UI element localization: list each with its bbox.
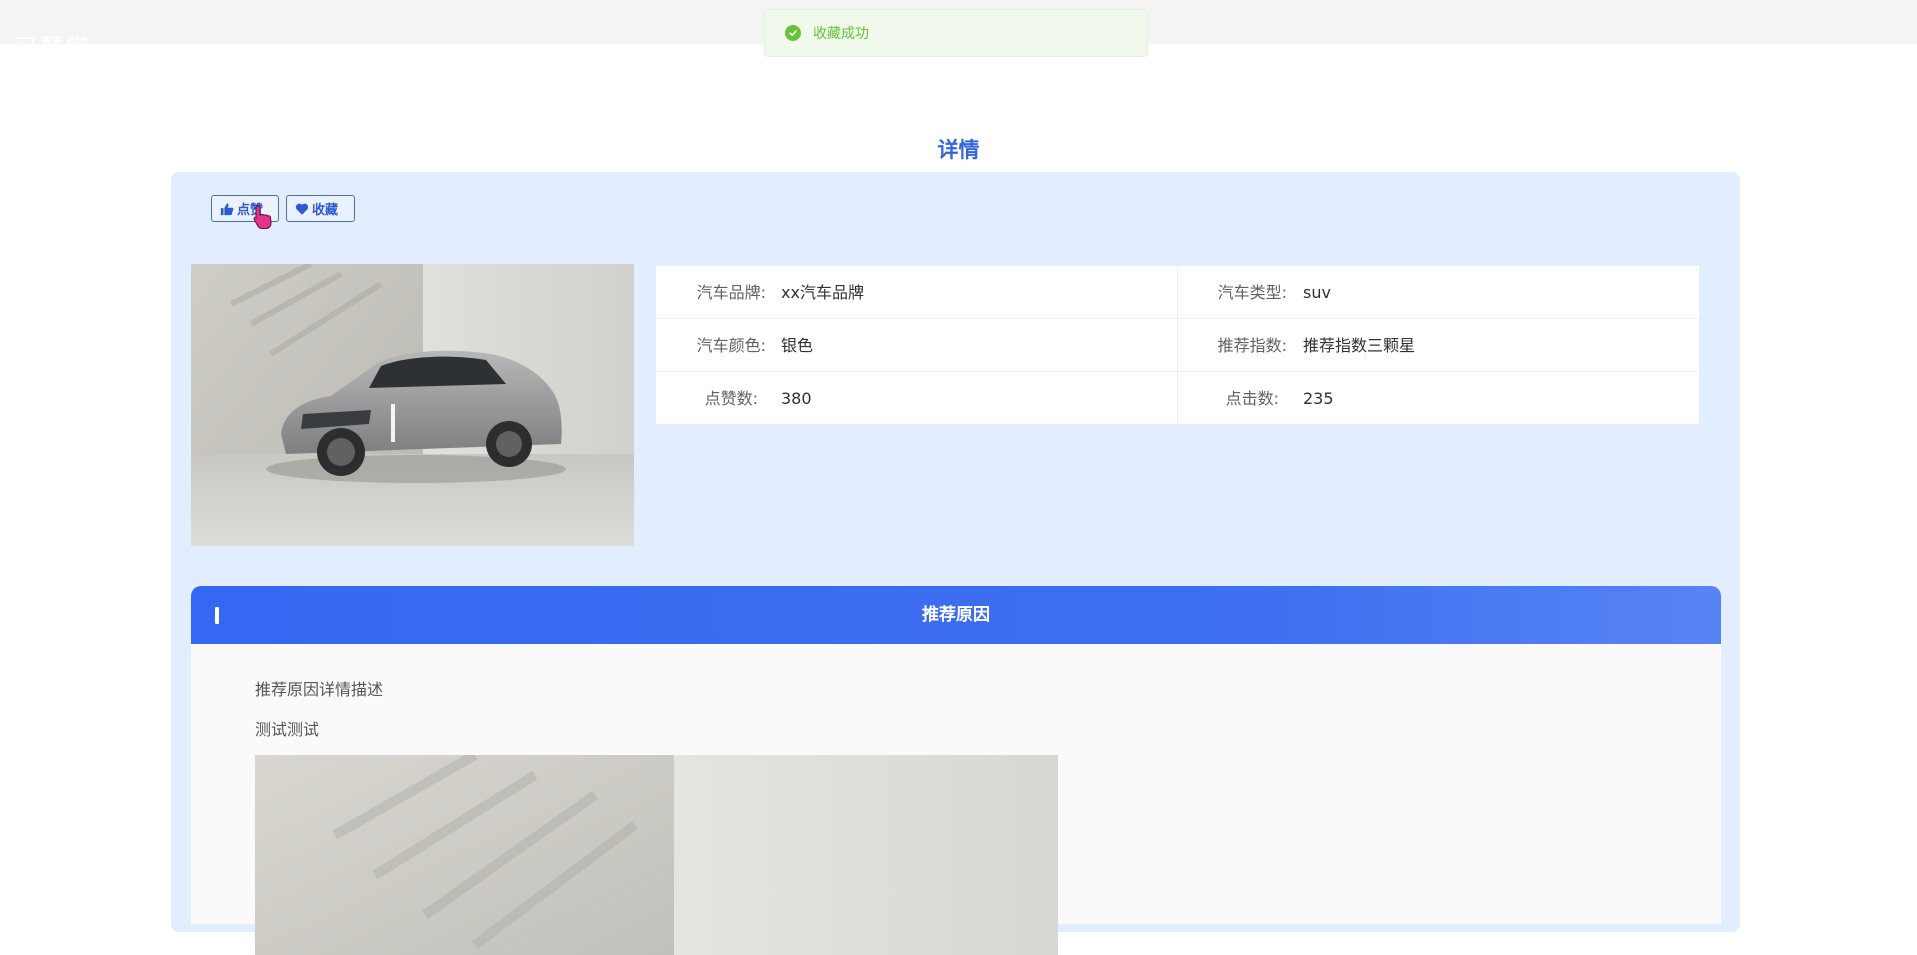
car-photo bbox=[191, 264, 634, 546]
hand-pointer-icon bbox=[253, 205, 272, 229]
color-label: 汽车颜色: bbox=[696, 336, 766, 355]
clicks-value: 235 bbox=[1303, 389, 1334, 408]
favorite-button[interactable]: 收藏 bbox=[286, 195, 355, 222]
rating-value: 推荐指数三颗星 bbox=[1303, 336, 1416, 355]
recommend-section-body: 推荐原因详情描述 测试测试 bbox=[191, 644, 1721, 955]
car-info-table: 汽车品牌: xx汽车品牌 汽车类型: suv 汽车颜色: 银色 推荐指数: 推荐… bbox=[655, 265, 1700, 425]
favorite-button-label: 收藏 bbox=[312, 203, 339, 218]
info-row: 汽车颜色: 银色 推荐指数: 推荐指数三颗星 bbox=[656, 319, 1699, 372]
recommend-photo bbox=[255, 755, 1058, 955]
likes-label: 点赞数: bbox=[704, 389, 758, 408]
type-value: suv bbox=[1303, 283, 1331, 302]
brand-label: 汽车品牌: bbox=[696, 283, 766, 302]
brand-value: xx汽车品牌 bbox=[781, 283, 864, 302]
info-row: 点赞数: 380 点击数: 235 bbox=[656, 372, 1699, 425]
section-title: 推荐原因 bbox=[922, 605, 990, 625]
color-value: 银色 bbox=[781, 336, 814, 355]
topbar-ghost-text: 已赞赏 bbox=[14, 34, 92, 62]
info-row: 汽车品牌: xx汽车品牌 汽车类型: suv bbox=[656, 266, 1699, 319]
clicks-label: 点击数: bbox=[1225, 389, 1279, 408]
page-title: 详情 bbox=[937, 138, 980, 162]
success-toast: 收藏成功 bbox=[764, 9, 1148, 57]
rating-label: 推荐指数: bbox=[1217, 336, 1287, 355]
likes-value: 380 bbox=[781, 389, 812, 408]
thumbs-up-icon bbox=[220, 202, 234, 215]
recommend-section-header: 推荐原因 bbox=[191, 586, 1721, 644]
type-label: 汽车类型: bbox=[1217, 283, 1287, 302]
desc-line: 推荐原因详情描述 bbox=[255, 680, 384, 699]
desc-line: 测试测试 bbox=[255, 720, 320, 739]
check-circle-icon bbox=[785, 25, 801, 41]
heart-icon bbox=[295, 203, 309, 215]
toast-message: 收藏成功 bbox=[813, 26, 869, 42]
